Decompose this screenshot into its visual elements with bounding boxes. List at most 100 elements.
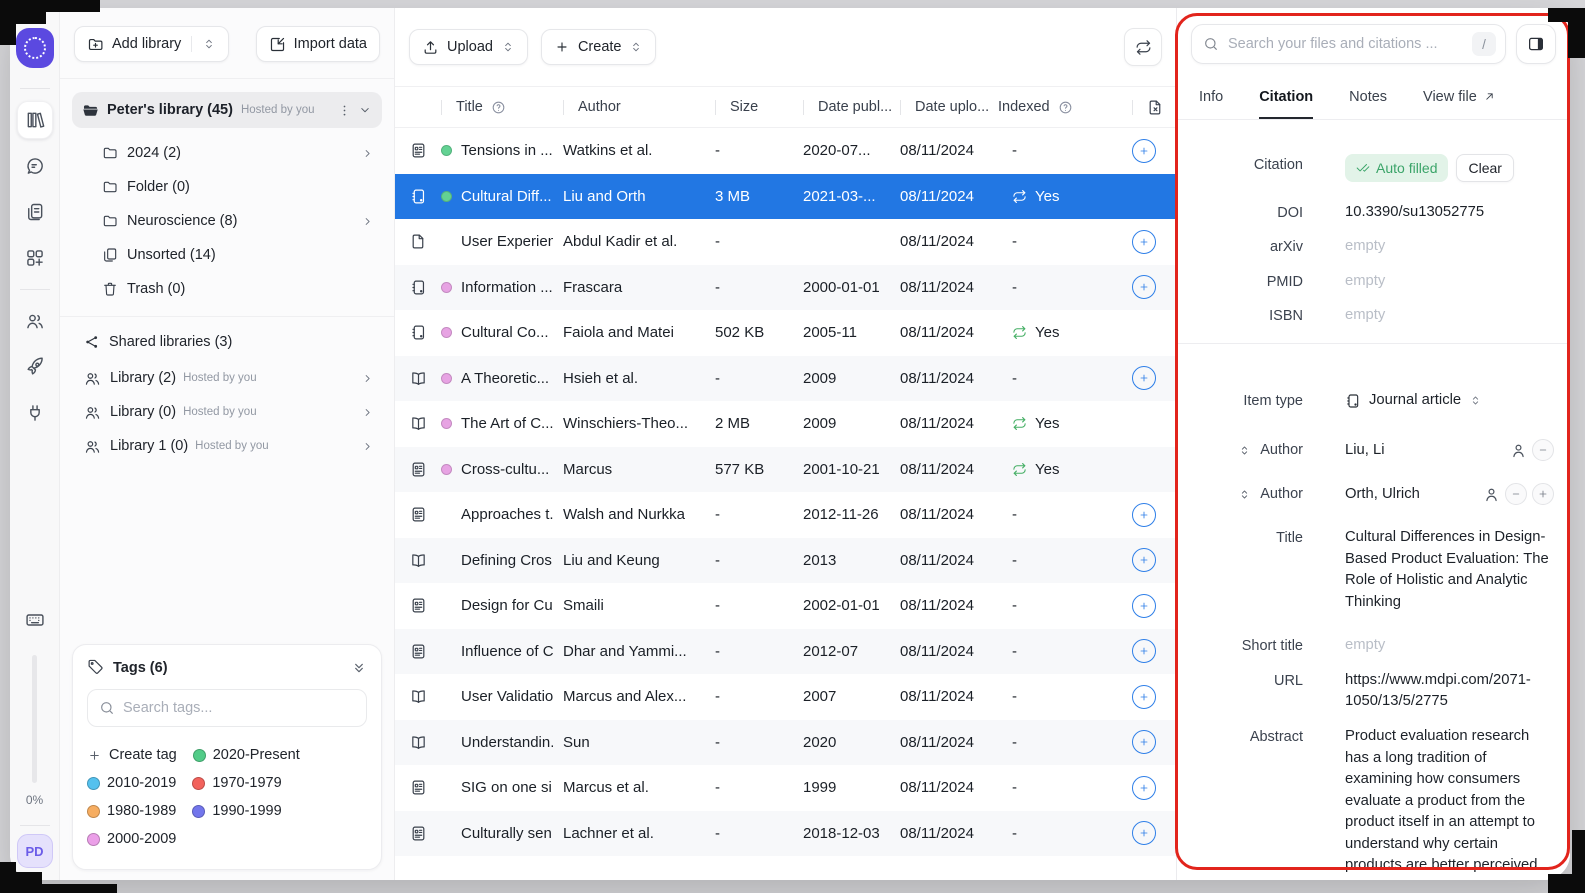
- shared-library-item[interactable]: Library 1 (0) Hosted by you: [72, 429, 382, 463]
- details-tab[interactable]: View file: [1423, 76, 1496, 119]
- column-title[interactable]: Title: [441, 87, 563, 127]
- sync-button[interactable]: [1124, 28, 1162, 66]
- add-file-button[interactable]: [1132, 821, 1156, 846]
- table-row[interactable]: A Theoretic... Hsieh et al. - 2009 08/11…: [395, 355, 1176, 401]
- kebab-menu-icon[interactable]: [337, 103, 352, 118]
- tag-chip[interactable]: 1990-1999: [192, 803, 282, 819]
- column-author[interactable]: Author: [563, 87, 715, 127]
- chevron-right-icon[interactable]: [361, 406, 374, 419]
- remove-author-button[interactable]: [1532, 439, 1554, 462]
- column-indexed[interactable]: Indexed: [998, 87, 1114, 127]
- create-button[interactable]: Create: [540, 29, 657, 65]
- chevrons-updown-icon[interactable]: [202, 37, 216, 51]
- table-row[interactable]: User Validatio... Marcus and Alex... - 2…: [395, 674, 1176, 720]
- shared-libraries-header[interactable]: Shared libraries (3): [72, 323, 382, 361]
- clear-citation-button[interactable]: Clear: [1456, 154, 1514, 182]
- add-library-button[interactable]: Add library: [74, 26, 230, 62]
- field-value[interactable]: empty: [1345, 305, 1570, 326]
- rail-plug-button[interactable]: [17, 394, 53, 432]
- rail-keyboard-button[interactable]: [17, 601, 53, 639]
- table-row[interactable]: Defining Cros... Liu and Keung - 2013 08…: [395, 537, 1176, 583]
- table-row[interactable]: Cross-cultu... Marcus 577 KB 2001-10-21 …: [395, 446, 1176, 492]
- sidebar-folder-item[interactable]: 2024 (2): [72, 136, 382, 170]
- shared-library-item[interactable]: Library (2) Hosted by you: [72, 361, 382, 395]
- title-value[interactable]: Cultural Differences in Design-Based Pro…: [1345, 527, 1570, 613]
- shared-library-item[interactable]: Library (0) Hosted by you: [72, 395, 382, 429]
- table-row[interactable]: Cultural Diff... Liu and Orth 3 MB 2021-…: [395, 173, 1176, 219]
- column-date-uploaded[interactable]: Date uplo...: [900, 87, 998, 127]
- add-file-button[interactable]: [1132, 275, 1156, 300]
- add-author-button[interactable]: [1532, 483, 1554, 506]
- table-row[interactable]: Design for Cu... Smaili - 2002-01-01 08/…: [395, 583, 1176, 629]
- add-file-button[interactable]: [1132, 548, 1156, 573]
- column-date-published[interactable]: Date publ...: [803, 87, 900, 127]
- create-tag-button[interactable]: Create tag: [87, 747, 177, 763]
- table-row[interactable]: Influence of C... Dhar and Yammi... - 20…: [395, 628, 1176, 674]
- field-value[interactable]: empty: [1345, 236, 1570, 257]
- author-name[interactable]: Liu, Li: [1345, 440, 1385, 461]
- panel-toggle-button[interactable]: [1516, 24, 1556, 64]
- sidebar-folder-item[interactable]: Neuroscience (8): [72, 204, 382, 238]
- field-value[interactable]: empty: [1345, 271, 1570, 292]
- tag-search-input[interactable]: [123, 700, 355, 716]
- import-data-button[interactable]: Import data: [255, 26, 380, 62]
- details-tab[interactable]: Notes: [1349, 76, 1387, 119]
- tag-chip[interactable]: 2010-2019: [87, 775, 176, 791]
- tag-chip[interactable]: 1970-1979: [192, 775, 282, 791]
- field-value[interactable]: 10.3390/su13052775: [1345, 202, 1570, 223]
- app-logo[interactable]: [15, 28, 54, 68]
- rail-people-button[interactable]: [17, 302, 53, 340]
- short-title-value[interactable]: empty: [1345, 635, 1570, 656]
- column-remove[interactable]: [1114, 87, 1176, 127]
- add-file-button[interactable]: [1132, 366, 1156, 391]
- url-value[interactable]: https://www.mdpi.com/2071-1050/13/5/2775: [1345, 670, 1570, 713]
- item-type-select[interactable]: Journal article: [1345, 390, 1570, 411]
- add-file-button[interactable]: [1132, 775, 1156, 800]
- tag-chip[interactable]: 1980-1989: [87, 803, 176, 819]
- rail-notes-button[interactable]: [17, 193, 53, 231]
- chevron-right-icon[interactable]: [361, 215, 374, 228]
- table-row[interactable]: Tensions in ... Watkins et al. - 2020-07…: [395, 128, 1176, 174]
- rail-library-button[interactable]: [16, 101, 53, 139]
- help-icon[interactable]: [1058, 100, 1073, 115]
- library-header[interactable]: Peter's library (45) Hosted by you: [72, 92, 382, 128]
- sidebar-folder-item[interactable]: Unsorted (14): [72, 238, 382, 272]
- table-row[interactable]: Culturally sen... Lachner et al. - 2018-…: [395, 810, 1176, 856]
- table-row[interactable]: SIG on one si... Marcus et al. - 1999 08…: [395, 765, 1176, 811]
- tag-chip[interactable]: 2020-Present: [192, 747, 300, 763]
- table-row[interactable]: Understandin... Sun - 2020 08/11/2024 -: [395, 719, 1176, 765]
- column-size[interactable]: Size: [715, 87, 803, 127]
- rail-apps-button[interactable]: [17, 239, 53, 277]
- chevron-right-icon[interactable]: [361, 440, 374, 453]
- citation-search-input[interactable]: [1228, 36, 1463, 52]
- add-file-button[interactable]: [1132, 138, 1156, 163]
- author-name[interactable]: Orth, Ulrich: [1345, 484, 1420, 505]
- add-file-button[interactable]: [1132, 502, 1156, 527]
- sidebar-folder-item[interactable]: Folder (0): [72, 170, 382, 204]
- table-row[interactable]: Cultural Co... Faiola and Matei 502 KB 2…: [395, 310, 1176, 356]
- chevron-down-icon[interactable]: [358, 103, 372, 117]
- upload-button[interactable]: Upload: [409, 29, 528, 65]
- chevron-right-icon[interactable]: [361, 147, 374, 160]
- remove-author-button[interactable]: [1505, 483, 1527, 506]
- sidebar-folder-item[interactable]: Trash (0): [72, 272, 382, 306]
- table-row[interactable]: Approaches t... Walsh and Nurkka - 2012-…: [395, 492, 1176, 538]
- drag-handle-icon[interactable]: [1238, 488, 1251, 501]
- help-icon[interactable]: [491, 100, 506, 115]
- user-avatar[interactable]: PD: [16, 834, 53, 868]
- add-file-button[interactable]: [1132, 730, 1156, 755]
- abstract-value[interactable]: Product evaluation research has a long t…: [1345, 726, 1570, 876]
- collapse-icon[interactable]: [351, 660, 367, 676]
- person-icon[interactable]: [1510, 442, 1527, 459]
- add-file-button[interactable]: [1132, 639, 1156, 664]
- person-icon[interactable]: [1483, 486, 1500, 503]
- details-tab[interactable]: Info: [1199, 76, 1223, 119]
- add-file-button[interactable]: [1132, 229, 1156, 254]
- rail-rocket-button[interactable]: [17, 348, 53, 386]
- add-file-button[interactable]: [1132, 684, 1156, 709]
- chevron-right-icon[interactable]: [361, 372, 374, 385]
- add-file-button[interactable]: [1132, 593, 1156, 618]
- details-tab[interactable]: Citation: [1259, 76, 1314, 119]
- table-row[interactable]: Information ... Frascara - 2000-01-01 08…: [395, 264, 1176, 310]
- table-row[interactable]: The Art of C... Winschiers-Theo... 2 MB …: [395, 401, 1176, 447]
